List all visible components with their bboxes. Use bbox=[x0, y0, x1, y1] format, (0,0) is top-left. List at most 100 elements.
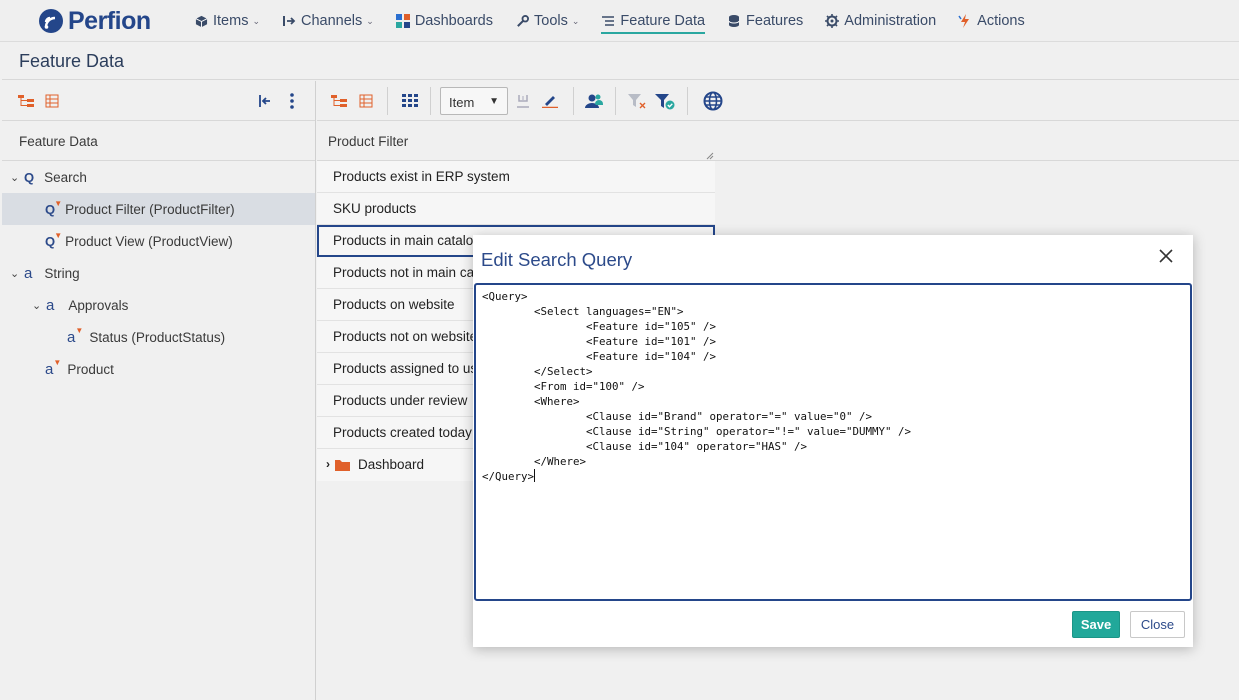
logo-text: Perfion bbox=[68, 6, 151, 35]
feature-string-icon: a ▼ bbox=[67, 325, 84, 346]
nav-features[interactable]: Features bbox=[727, 0, 803, 42]
close-icon bbox=[1159, 249, 1173, 263]
close-dialog-button[interactable] bbox=[1157, 247, 1175, 265]
list-view-button[interactable] bbox=[42, 91, 62, 111]
nav-features-label: Features bbox=[746, 13, 804, 29]
list-item[interactable]: Products exist in ERP system bbox=[317, 161, 715, 193]
nav-feature-data-label: Feature Data bbox=[620, 13, 706, 29]
perfion-logo[interactable]: Perfion bbox=[38, 7, 151, 35]
main-nav: Items ⌄ Channels ⌄ Dashboards Tools ⌄ Featu… bbox=[194, 0, 1047, 42]
tree-view-button[interactable] bbox=[329, 91, 349, 111]
filter-check-icon bbox=[655, 93, 675, 109]
tree-item-product[interactable]: a ▼ Product bbox=[2, 353, 315, 385]
tree-view-icon bbox=[331, 95, 347, 107]
grid-icon bbox=[402, 94, 418, 107]
tree-view-button[interactable] bbox=[16, 91, 36, 111]
save-button-disabled[interactable] bbox=[513, 91, 533, 111]
pencil-icon bbox=[542, 96, 558, 108]
query-editor[interactable]: <Query> <Select languages="EN"> <Feature… bbox=[474, 283, 1192, 601]
tree-item-label: Product Filter (ProductFilter) bbox=[65, 201, 235, 217]
right-toolbar: Item ▼ bbox=[317, 81, 1239, 121]
nav-items-label: Items bbox=[213, 13, 249, 29]
dialog-title: Edit Search Query bbox=[481, 249, 633, 270]
tree-item-search[interactable]: ⌄ Q Search bbox=[2, 161, 315, 193]
filter-clear-icon bbox=[628, 94, 646, 109]
nav-items[interactable]: Items ⌄ bbox=[194, 0, 260, 42]
nav-administration-label: Administration bbox=[844, 13, 937, 29]
collapse-panel-button[interactable] bbox=[255, 91, 275, 111]
users-icon bbox=[585, 94, 603, 108]
query-icon: Q ▼ bbox=[45, 198, 63, 217]
folder-label: Dashboard bbox=[358, 457, 425, 472]
edit-button[interactable] bbox=[540, 91, 560, 111]
nav-administration[interactable]: Administration bbox=[825, 0, 936, 42]
database-icon bbox=[727, 14, 741, 28]
right-panel-header-label: Product Filter bbox=[328, 134, 409, 149]
lightning-icon bbox=[958, 14, 972, 28]
list-view-button[interactable] bbox=[356, 91, 376, 111]
list-item[interactable]: SKU products bbox=[317, 193, 715, 225]
resize-handle-icon[interactable] bbox=[706, 152, 714, 160]
title-bar: Feature Data bbox=[2, 42, 1239, 80]
more-options-button[interactable] bbox=[282, 91, 302, 111]
tree-item-product-view[interactable]: Q ▼ Product View (ProductView) bbox=[2, 225, 315, 257]
nav-actions-label: Actions bbox=[977, 13, 1025, 29]
toolbar-divider bbox=[387, 87, 388, 115]
tree-item-approvals[interactable]: ⌄ a Approvals bbox=[2, 289, 315, 321]
toolbar-divider bbox=[573, 87, 574, 115]
grid-view-button[interactable] bbox=[400, 91, 420, 111]
perfion-logo-icon bbox=[39, 9, 63, 33]
folder-icon bbox=[335, 460, 350, 471]
chevron-down-icon: ⌄ bbox=[252, 15, 260, 26]
nav-channels-label: Channels bbox=[301, 13, 363, 29]
tree-item-label: Status (ProductStatus) bbox=[89, 329, 226, 345]
tree-item-label: Product View (ProductView) bbox=[65, 233, 233, 249]
feature-tree: ⌄ Q Search Q ▼ Product Filter (ProductFil… bbox=[2, 161, 315, 385]
tree-item-product-filter[interactable]: Q ▼ Product Filter (ProductFilter) bbox=[2, 193, 315, 225]
nav-actions[interactable]: Actions bbox=[958, 0, 1025, 42]
edit-search-query-dialog: Edit Search Query <Query> <Select langua… bbox=[473, 235, 1193, 647]
wrench-icon bbox=[515, 14, 529, 28]
search-query-icon: Q bbox=[24, 169, 35, 185]
apply-filter-button[interactable] bbox=[655, 91, 675, 111]
gear-icon bbox=[825, 14, 840, 28]
nav-dashboards[interactable]: Dashboards bbox=[395, 0, 493, 42]
right-panel-header: Product Filter bbox=[317, 121, 1239, 161]
left-panel-header: Feature Data bbox=[2, 121, 315, 161]
tree-item-string[interactable]: ⌄ a String bbox=[2, 257, 315, 289]
collapse-left-icon bbox=[259, 95, 270, 107]
nav-channels[interactable]: Channels ⌄ bbox=[282, 0, 374, 42]
users-button[interactable] bbox=[584, 91, 604, 111]
globe-icon bbox=[703, 91, 723, 111]
query-text: <Query> <Select languages="EN"> <Feature… bbox=[482, 290, 912, 483]
query-icon: Q ▼ bbox=[45, 230, 63, 249]
cube-icon bbox=[194, 14, 208, 28]
tree-item-status[interactable]: a ▼ Status (ProductStatus) bbox=[2, 321, 315, 353]
toolbar-divider bbox=[687, 87, 688, 115]
language-button[interactable] bbox=[703, 91, 723, 111]
nav-feature-data[interactable]: Feature Data bbox=[601, 0, 705, 42]
save-button[interactable]: Save bbox=[1072, 611, 1120, 638]
nav-tools[interactable]: Tools ⌄ bbox=[515, 0, 579, 42]
item-type-select-value: Item bbox=[449, 95, 475, 110]
save-icon bbox=[517, 95, 529, 108]
toolbar-divider bbox=[615, 87, 616, 115]
clear-filter-button[interactable] bbox=[627, 91, 647, 111]
string-icon: a bbox=[24, 264, 33, 282]
tree-item-label: Approvals bbox=[68, 297, 129, 313]
close-button[interactable]: Close bbox=[1130, 611, 1185, 638]
caret-down-icon: ▼ bbox=[489, 96, 499, 107]
item-type-select[interactable]: Item ▼ bbox=[440, 87, 508, 115]
tree-item-label: Search bbox=[44, 169, 87, 185]
chevron-down-icon: ⌄ bbox=[32, 299, 42, 312]
toolbar-divider bbox=[430, 87, 431, 115]
chevron-down-icon: ⌄ bbox=[10, 267, 20, 280]
tree-item-label: Product bbox=[67, 361, 114, 377]
text-cursor bbox=[534, 469, 536, 482]
list-view-icon bbox=[45, 94, 59, 108]
nav-tools-label: Tools bbox=[534, 13, 568, 29]
channels-icon bbox=[282, 14, 296, 28]
page-title: Feature Data bbox=[19, 51, 125, 71]
list-view-icon bbox=[359, 94, 373, 108]
string-icon: a bbox=[46, 296, 55, 314]
